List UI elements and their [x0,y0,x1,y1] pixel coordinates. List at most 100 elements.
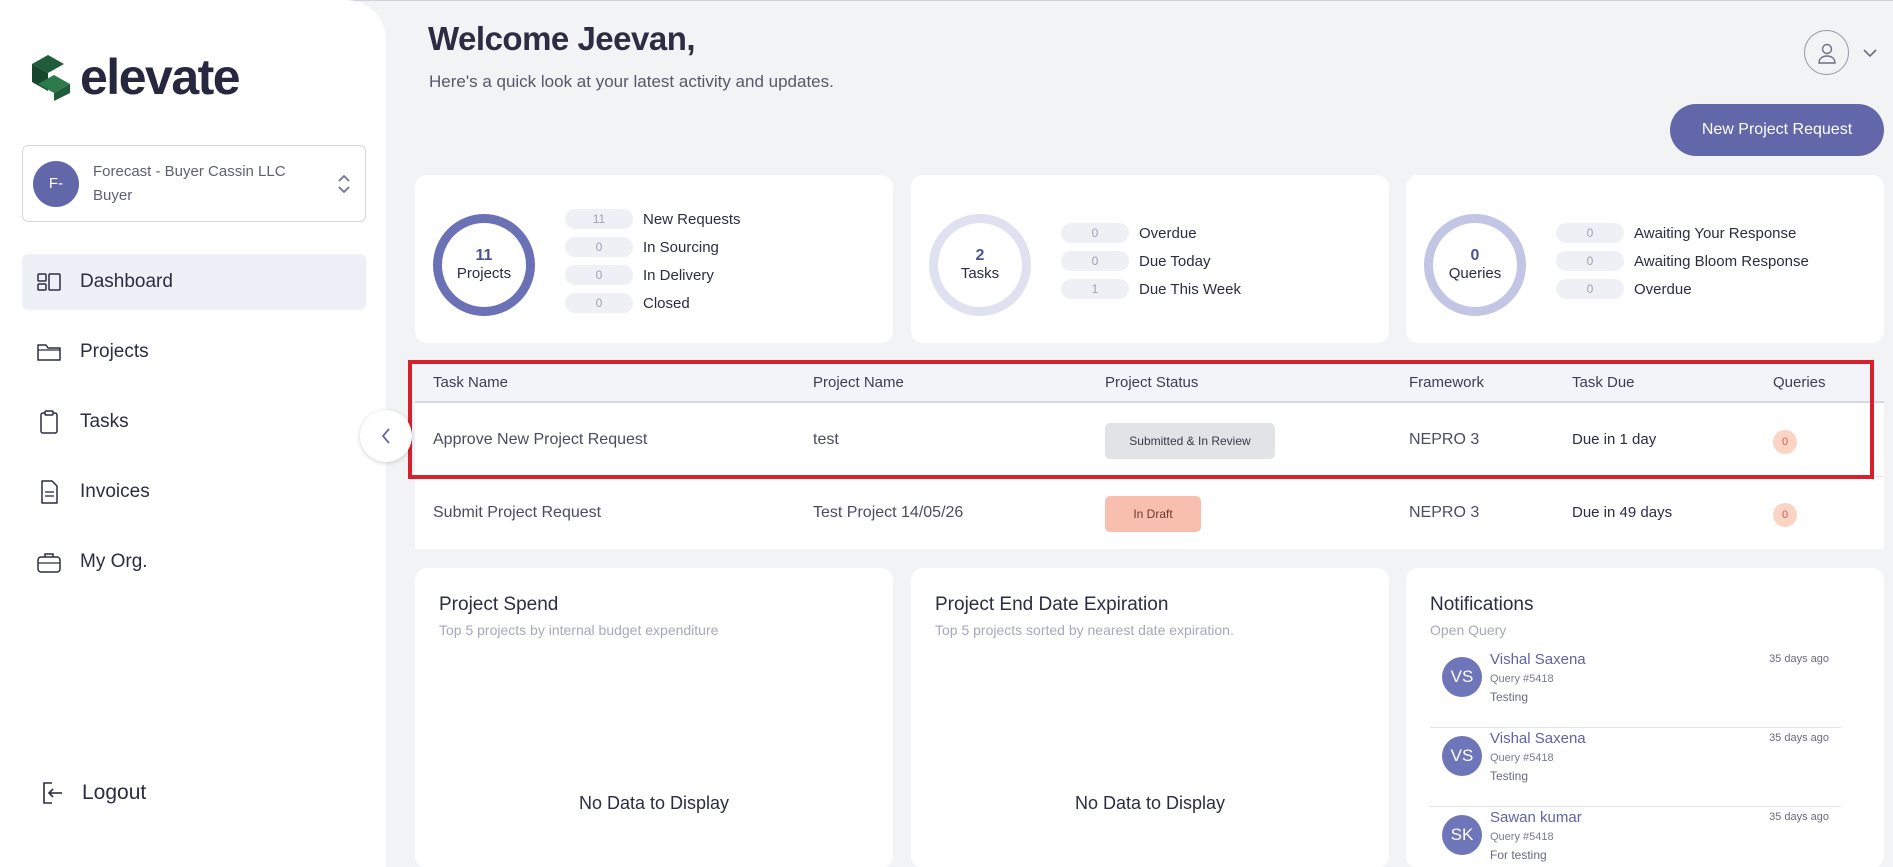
table-row[interactable]: Approve New Project Request test Submitt… [415,405,1884,477]
elevate-logo-icon [32,55,70,101]
user-menu[interactable] [1804,30,1879,75]
projects-label: Projects [456,265,512,282]
status-badge: In Draft [1105,496,1201,532]
brand-logo[interactable]: elevate [28,49,241,105]
folder-icon [37,344,61,361]
avatar: SK [1442,815,1482,855]
stat-value: 0 [1556,279,1624,299]
notification-sender[interactable]: Vishal Saxena [1490,651,1586,668]
notification-item[interactable]: SK Sawan kumar Query #5418 For testing 3… [1430,807,1841,867]
status-badge: Submitted & In Review [1105,423,1275,459]
sidebar-item-projects[interactable]: Projects [22,324,366,380]
project-end-date-card: Project End Date Expiration Top 5 projec… [911,568,1389,867]
org-avatar: F- [33,160,79,207]
task-name[interactable]: Submit Project Request [433,504,601,522]
empty-state: No Data to Display [578,793,730,813]
stat-row: 0 Closed [565,289,741,317]
org-switcher[interactable]: F- Forecast - Buyer Cassin LLC Buyer [22,145,366,222]
task-name[interactable]: Approve New Project Request [433,431,647,449]
stat-label: Awaiting Bloom Response [1634,252,1809,270]
card-subtitle: Open Query [1430,622,1507,638]
stat-row: 0 Overdue [1061,219,1241,247]
stat-label: In Delivery [643,266,714,284]
stat-row: 0 Due Today [1061,247,1241,275]
new-project-request-button[interactable]: New Project Request [1670,104,1884,156]
stat-row: 0 Awaiting Your Response [1556,219,1809,247]
queries-label: Queries [1448,265,1502,282]
stat-value: 0 [1556,251,1624,271]
column-header-project-status[interactable]: Project Status [1105,374,1198,391]
projects-count: 11 [475,247,493,264]
framework: NEPRO 3 [1409,504,1480,521]
stat-row: 0 Overdue [1556,275,1809,303]
sidebar-item-label: Projects [80,341,149,362]
tasks-count: 2 [975,247,985,264]
stat-label: In Sourcing [643,238,719,256]
card-title: Project End Date Expiration [935,594,1169,615]
avatar: VS [1442,736,1482,776]
stat-value: 11 [565,209,633,229]
notification-message: For testing [1490,848,1547,862]
table-header: Task Name Project Name Project Status Fr… [415,360,1884,403]
task-due: Due in 1 day [1572,431,1657,448]
notification-item[interactable]: VS Vishal Saxena Query #5418 Testing 35 … [1430,649,1841,728]
queries-count: 0 [1470,247,1480,264]
notification-time: 35 days ago [1769,653,1829,665]
tasks-breakdown: 0 Overdue 0 Due Today 1 Due This Week [1061,219,1241,303]
projects-summary-card: 11 Projects 11 New Requests 0 In Sourcing … [415,175,893,343]
column-header-framework[interactable]: Framework [1409,374,1484,391]
stat-row: 0 In Delivery [565,261,741,289]
notification-time: 35 days ago [1769,732,1829,744]
stat-row: 0 Awaiting Bloom Response [1556,247,1809,275]
sidebar-item-label: Dashboard [80,271,173,292]
tasks-label: Tasks [960,265,1000,282]
task-due: Due in 49 days [1572,504,1673,521]
column-header-queries[interactable]: Queries [1773,374,1826,391]
project-spend-card: Project Spend Top 5 projects by internal… [415,568,893,867]
table-row[interactable]: Submit Project Request Test Project 14/0… [415,478,1884,550]
queries-count-badge: 0 [1773,430,1797,454]
brand-name: elevate [80,49,241,105]
user-icon [1817,43,1836,64]
sidebar: elevate F- Forecast - Buyer Cassin LLC B… [0,0,386,867]
page-title: Welcome Jeevan, [428,20,696,57]
notification-sender[interactable]: Vishal Saxena [1490,730,1586,747]
queries-summary-card: 0 Queries 0 Awaiting Your Response 0 Await… [1406,175,1884,343]
queries-count-badge: 0 [1773,503,1797,527]
sidebar-item-my-org[interactable]: My Org. [22,534,366,590]
avatar: VS [1442,657,1482,697]
stat-value: 0 [565,265,633,285]
stat-row: 1 Due This Week [1061,275,1241,303]
notification-sender[interactable]: Sawan kumar [1490,809,1582,826]
stat-value: 1 [1061,279,1129,299]
stat-value: 0 [1061,223,1129,243]
logout-button[interactable]: Logout [40,780,146,806]
clipboard-icon [40,410,58,434]
stat-row: 0 In Sourcing [565,233,741,261]
card-subtitle: Top 5 projects sorted by nearest date ex… [935,622,1234,638]
stat-label: Due This Week [1139,280,1241,298]
briefcase-icon [37,553,61,573]
column-header-task-due[interactable]: Task Due [1572,374,1635,391]
tasks-donut: 2 Tasks [929,214,1031,316]
sidebar-item-tasks[interactable]: Tasks [22,394,366,450]
card-title: Notifications [1430,594,1534,615]
sidebar-collapse-button[interactable] [360,410,412,462]
column-header-project-name[interactable]: Project Name [813,374,904,391]
document-icon [41,480,58,504]
sidebar-item-label: Invoices [80,481,150,502]
projects-breakdown: 11 New Requests 0 In Sourcing 0 In Delivery… [565,205,741,317]
notifications-card: Notifications Open Query VS Vishal Saxen… [1406,568,1884,867]
stat-label: New Requests [643,210,741,228]
stat-value: 0 [1061,251,1129,271]
notification-query: Query #5418 [1490,831,1554,843]
tasks-summary-card: 2 Tasks 0 Overdue 0 Due Today 1 Due This We… [911,175,1389,343]
notification-item[interactable]: VS Vishal Saxena Query #5418 Testing 35 … [1430,728,1841,807]
page-subtitle: Here's a quick look at your latest activ… [429,72,834,91]
stat-label: Closed [643,294,690,312]
stat-row: 11 New Requests [565,205,741,233]
dashboard-icon [37,273,61,291]
sidebar-item-invoices[interactable]: Invoices [22,464,366,520]
column-header-task-name[interactable]: Task Name [433,374,508,391]
sidebar-item-dashboard[interactable]: Dashboard [22,254,366,310]
